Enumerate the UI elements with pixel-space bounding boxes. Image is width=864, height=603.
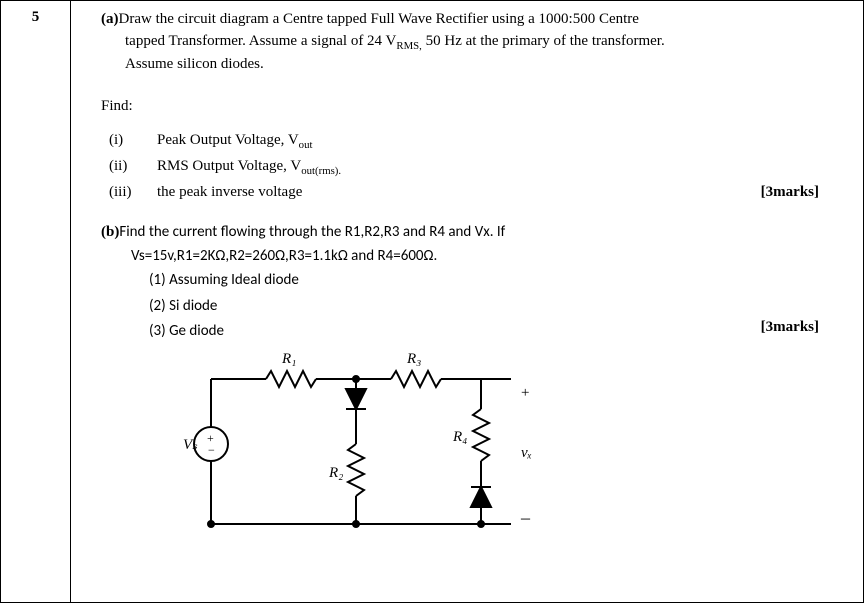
part-a-line2: tapped Transformer. Assume a signal of 2… xyxy=(101,31,843,55)
part-a-line2-suffix: 50 Hz at the primary of the transformer. xyxy=(422,33,665,49)
item-ii-sub: out(rms). xyxy=(301,165,341,177)
roman-iii: (iii) xyxy=(109,180,157,204)
part-b-opt1: (1) Assuming Ideal diode xyxy=(101,268,843,294)
label-vs: Vₛ xyxy=(183,437,198,453)
label-vx: vₓ xyxy=(521,445,532,461)
label-r4: R₄ xyxy=(452,429,467,445)
label-plus: + xyxy=(521,385,529,401)
item-i-text-a: Peak Output Voltage, V xyxy=(157,132,299,148)
part-b-line1-text: Find the current flowing through the R1,… xyxy=(119,223,505,241)
part-a-line2-prefix: tapped Transformer. Assume a signal of 2… xyxy=(125,33,396,49)
part-a-marks: [3marks] xyxy=(761,180,819,204)
item-ii-text-a: RMS Output Voltage, V xyxy=(157,158,301,174)
label-r3: R₃ xyxy=(406,351,421,367)
roman-ii: (ii) xyxy=(109,154,157,180)
label-r2: R₂ xyxy=(328,465,343,481)
item-iii: (iii) the peak inverse voltage [3marks] xyxy=(101,180,843,204)
question-content: (a)Draw the circuit diagram a Centre tap… xyxy=(71,1,863,602)
part-b-marks: [3marks] xyxy=(761,319,819,336)
item-iii-text: the peak inverse voltage xyxy=(157,180,302,204)
find-label: Find: xyxy=(101,96,843,118)
part-b-opt3: (3) Ge diode xyxy=(101,319,843,345)
part-b: (b)Find the current flowing through the … xyxy=(101,222,843,543)
item-i: (i) Peak Output Voltage, Vout xyxy=(101,128,843,154)
circuit-svg: + − xyxy=(181,349,561,539)
question-number: 5 xyxy=(32,9,40,25)
part-b-opt2: (2) Si diode xyxy=(101,294,843,320)
circuit-diagram: + − xyxy=(101,349,843,544)
question-number-cell: 5 xyxy=(1,1,71,602)
question-container: 5 (a)Draw the circuit diagram a Centre t… xyxy=(0,0,864,603)
part-a-label: (a) xyxy=(101,11,119,27)
item-i-sub: out xyxy=(299,139,313,151)
item-ii-text: RMS Output Voltage, Vout(rms). xyxy=(157,154,341,180)
roman-i: (i) xyxy=(109,128,157,154)
part-b-line2: Vs=15v,R1=2KΩ,R2=260Ω,R3=1.1kΩ and R4=60… xyxy=(101,244,843,268)
label-r1: R₁ xyxy=(281,351,296,367)
part-a-text: (a)Draw the circuit diagram a Centre tap… xyxy=(101,9,843,31)
part-a: (a)Draw the circuit diagram a Centre tap… xyxy=(101,9,843,204)
svg-text:−: − xyxy=(208,443,215,457)
part-b-label: (b) xyxy=(101,224,119,240)
part-a-line1: Draw the circuit diagram a Centre tapped… xyxy=(119,11,639,27)
item-i-text: Peak Output Voltage, Vout xyxy=(157,128,312,154)
part-b-line1: (b)Find the current flowing through the … xyxy=(101,222,843,244)
label-minus: _ xyxy=(520,501,531,521)
part-a-line3: Assume silicon diodes. xyxy=(101,54,843,76)
item-ii: (ii) RMS Output Voltage, Vout(rms). xyxy=(101,154,843,180)
part-a-line2-sub: RMS, xyxy=(396,40,422,52)
